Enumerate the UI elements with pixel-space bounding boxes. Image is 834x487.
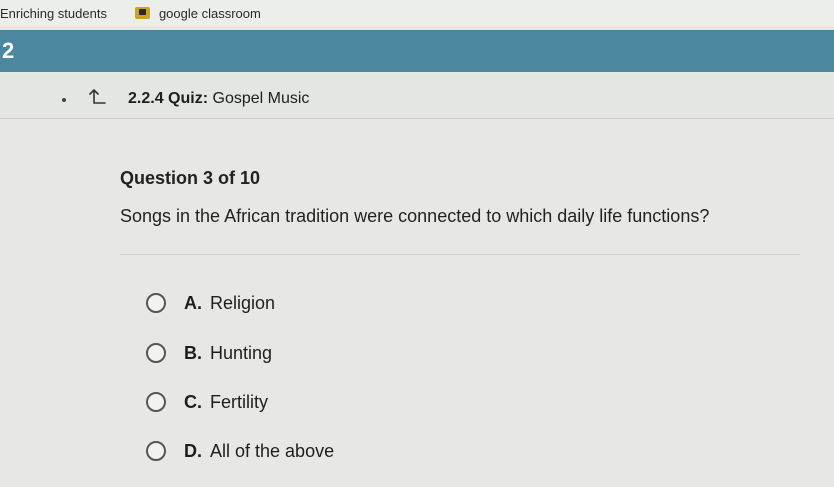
back-arrow-icon[interactable]: [88, 89, 106, 105]
option-letter: D.: [184, 440, 202, 461]
bookmark-google-classroom[interactable]: google classroom: [134, 5, 261, 21]
option-a[interactable]: A. Religion: [146, 288, 275, 318]
option-letter: C.: [184, 391, 202, 412]
option-text: Hunting: [210, 342, 273, 363]
quiz-type: Quiz:: [168, 90, 209, 107]
option-letter: A.: [184, 292, 202, 313]
option-c[interactable]: C. Fertility: [146, 387, 268, 417]
bookmark-label: google classroom: [158, 5, 261, 21]
radio-button[interactable]: [146, 441, 166, 461]
quiz-code: 2.2.4: [128, 90, 164, 107]
quiz-header: 2.2.4 Quiz: Gospel Music: [0, 74, 834, 119]
bookmarks-bar: Enriching students google classroom: [0, 0, 834, 26]
option-text: Fertility: [210, 391, 268, 412]
radio-button[interactable]: [146, 392, 166, 412]
radio-button[interactable]: [146, 343, 166, 363]
question-number: Question 3 of 10: [120, 168, 261, 188]
bookmark-label: Enriching students: [0, 5, 107, 21]
option-text: All of the above: [210, 440, 335, 461]
classroom-icon: [134, 7, 150, 19]
option-text: Religion: [210, 292, 276, 313]
option-b[interactable]: B. Hunting: [146, 338, 272, 368]
bookmark-enriching-students[interactable]: Enriching students: [0, 6, 107, 21]
radio-button[interactable]: [146, 293, 166, 313]
question-text: Songs in the African tradition were conn…: [120, 206, 710, 226]
dot-icon: [62, 98, 66, 102]
quiz-title: 2.2.4 Quiz: Gospel Music: [128, 90, 309, 108]
quiz-name: Gospel Music: [212, 90, 310, 107]
option-letter: B.: [184, 342, 202, 363]
course-banner: 2: [0, 30, 834, 72]
option-d[interactable]: D. All of the above: [146, 436, 334, 466]
divider: [120, 254, 800, 255]
course-number: 2: [2, 38, 15, 63]
